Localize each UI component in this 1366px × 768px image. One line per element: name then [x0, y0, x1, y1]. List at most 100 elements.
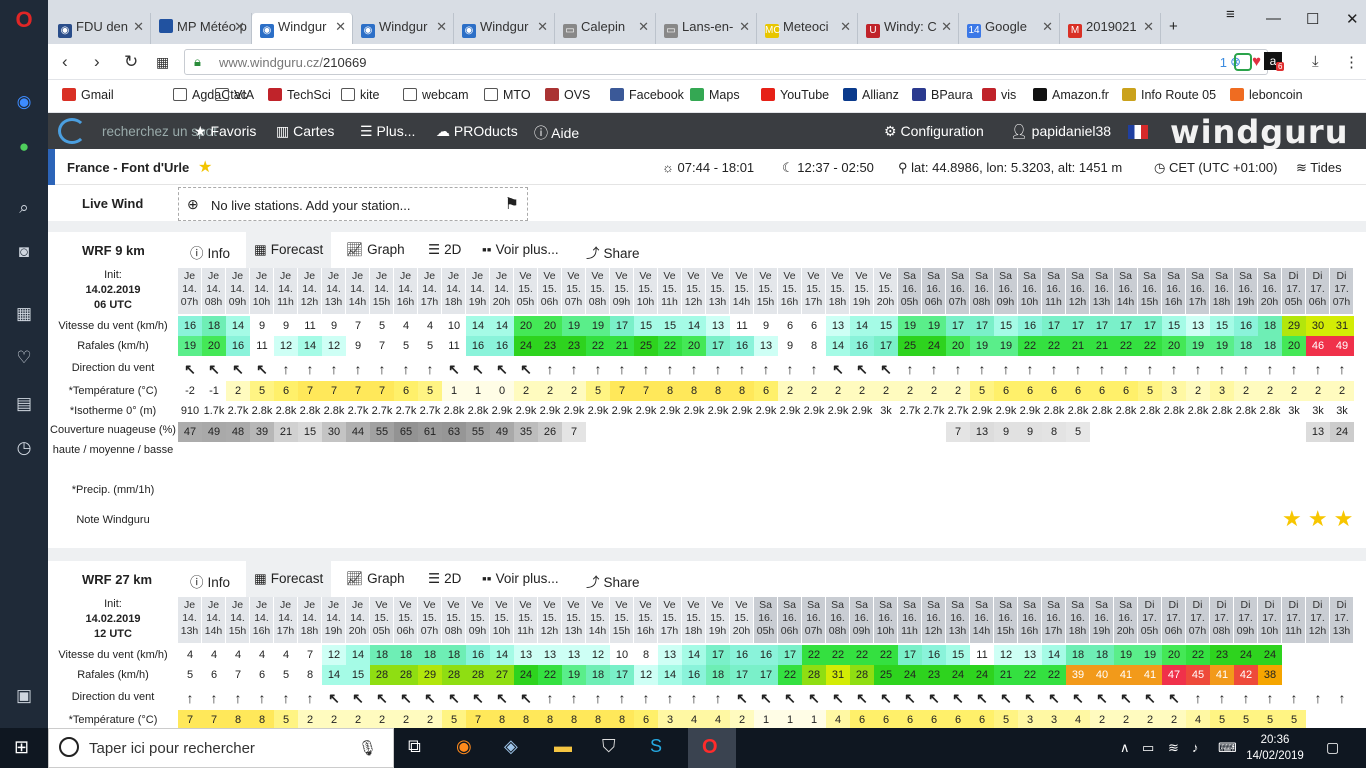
bookmark-15[interactable]: Info Route 05 [1122, 88, 1216, 102]
tab-7[interactable]: MC Meteoci ✕ [757, 13, 858, 44]
tray-chevron-icon[interactable]: ∧ [1120, 740, 1130, 756]
vpn-icon[interactable] [1234, 53, 1252, 71]
model-tab-voirplus[interactable]: ▪▪ Voir plus... [482, 571, 559, 586]
tab-close-icon[interactable]: ✕ [840, 19, 851, 35]
firefox-icon[interactable]: ◉ [456, 736, 472, 757]
url-field[interactable]: 🔒︎ www.windguru.cz/210669 1 ⊗ ♥ [184, 49, 1268, 75]
menu-icon[interactable]: ⋮ [1344, 53, 1359, 71]
menu-products[interactable]: ☁ PROducts [436, 123, 518, 140]
opera-taskbar-button[interactable]: O [688, 728, 736, 768]
tab-close-icon[interactable]: ✕ [537, 19, 548, 35]
file-explorer-icon[interactable]: ▬ [554, 736, 572, 757]
wifi-icon[interactable]: ≋ [1168, 740, 1179, 756]
tab-5[interactable]: ▭ Calepin ✕ [555, 13, 656, 44]
minimize-button[interactable]: — [1266, 10, 1281, 27]
bookmark-6[interactable]: MTO [484, 88, 531, 102]
tab-close-icon[interactable]: ✕ [1042, 19, 1053, 35]
new-tab-button[interactable]: + [1169, 18, 1178, 35]
tab-close-icon[interactable]: ✕ [436, 19, 447, 35]
sidebar-toggle-icon[interactable]: ▣ [12, 684, 36, 708]
bookmark-2[interactable]: VIA [215, 88, 254, 102]
timezone[interactable]: ◷ CET (UTC +01:00) [1154, 160, 1277, 176]
bookmark-5[interactable]: webcam [403, 88, 469, 102]
menu-plus[interactable]: ☰ Plus... [360, 123, 415, 140]
tab-9[interactable]: 14 Google ✕ [959, 13, 1060, 44]
bookmark-11[interactable]: Allianz [843, 88, 899, 102]
tab-4[interactable]: ◉ Windgur ✕ [454, 13, 555, 44]
bookmark-10[interactable]: YouTube [761, 88, 829, 102]
microphone-icon[interactable]: 🎙︎ [358, 739, 377, 757]
history-icon[interactable]: ◷ [12, 436, 36, 460]
model-tab-forecast[interactable]: ▦ Forecast [246, 232, 332, 268]
tab-close-icon[interactable]: ✕ [234, 19, 245, 35]
bookmark-0[interactable]: Gmail [62, 88, 114, 102]
tab-close-icon[interactable]: ✕ [941, 19, 952, 35]
app-icon[interactable]: ◈ [504, 736, 518, 757]
whatsapp-icon[interactable]: ● [12, 135, 36, 159]
keyboard-icon[interactable]: ⌨ [1218, 740, 1237, 756]
notification-icon[interactable]: ▢ [1326, 739, 1339, 756]
user-link[interactable]: 👤︎ papidaniel38 [1010, 123, 1111, 140]
config-link[interactable]: ⚙ Configuration [884, 123, 984, 140]
tab-1[interactable]: MP Météo p ✕ [151, 13, 252, 44]
windows-start-icon[interactable]: ⊞ [14, 737, 29, 758]
news-icon[interactable]: ▤ [12, 392, 36, 416]
tab-menu-icon[interactable]: ≡ [1226, 6, 1235, 23]
bookmark-8[interactable]: Facebook [610, 88, 684, 102]
tab-6[interactable]: ▭ Lans-en- ✕ [656, 13, 757, 44]
add-station-box[interactable]: ⊕ No live stations. Add your station... … [178, 187, 528, 221]
model-tab-2d[interactable]: ☰ 2D [428, 571, 461, 587]
french-flag-icon[interactable] [1128, 125, 1148, 139]
model-tab-info[interactable]: ⓘ Info [190, 242, 230, 262]
taskbar-search[interactable]: Taper ici pour rechercher 🎙︎ [48, 728, 394, 768]
opera-logo-icon[interactable]: O [12, 8, 36, 32]
menu-cartes[interactable]: ▥ Cartes [276, 123, 334, 140]
search-icon[interactable]: ⌕ [12, 196, 36, 220]
store-icon[interactable]: ⛉ [602, 736, 616, 757]
bookmark-4[interactable]: kite [341, 88, 379, 102]
skype-icon[interactable]: S [650, 736, 662, 757]
speed-dial-icon[interactable]: ▦ [12, 302, 36, 326]
model-tab-graph[interactable]: 📈︎ Graph [346, 242, 405, 258]
download-icon[interactable]: ⤓ [1312, 53, 1319, 70]
close-window-button[interactable]: ✕ [1346, 10, 1359, 28]
model-tab-graph[interactable]: 📈︎ Graph [346, 571, 405, 587]
tab-close-icon[interactable]: ✕ [335, 19, 346, 35]
bookmark-9[interactable]: Maps [690, 88, 740, 102]
tab-close-icon[interactable]: ✕ [1143, 19, 1154, 35]
bookmark-3[interactable]: TechSci [268, 88, 331, 102]
model-tab-share[interactable]: ⤴ Share [586, 242, 640, 262]
menu-favoris[interactable]: ★ Favoris [194, 123, 256, 140]
tides-link[interactable]: ≋ Tides [1296, 160, 1342, 176]
messenger-icon[interactable]: ◉ [12, 90, 36, 114]
taskbar-clock[interactable]: 20:36 14/02/2019 [1246, 732, 1304, 764]
bookmark-7[interactable]: OVS [545, 88, 590, 102]
model-tab-info[interactable]: ⓘ Info [190, 571, 230, 591]
tab-3[interactable]: ◉ Windgur ✕ [353, 13, 454, 44]
battery-icon[interactable]: ▭ [1142, 740, 1154, 756]
windguru-logo[interactable]: windguru [1170, 113, 1348, 151]
maximize-button[interactable]: ☐ [1306, 10, 1319, 28]
bookmark-16[interactable]: leboncoin [1230, 88, 1303, 102]
extension-badge[interactable]: 1 [1220, 55, 1227, 70]
bookmark-13[interactable]: vis [982, 88, 1016, 102]
tab-grid-icon[interactable]: ▦ [156, 54, 169, 71]
model-tab-2d[interactable]: ☰ 2D [428, 242, 461, 258]
back-button[interactable]: ‹ [62, 52, 68, 72]
tab-close-icon[interactable]: ✕ [638, 19, 649, 35]
volume-icon[interactable]: ♪ [1192, 740, 1199, 755]
menu-aide[interactable]: ⓘ Aide [534, 123, 579, 143]
favorite-star-icon[interactable]: ★ [198, 157, 212, 177]
model-tab-voirplus[interactable]: ▪▪ Voir plus... [482, 242, 559, 257]
forward-button[interactable]: › [94, 52, 100, 72]
heart-bookmark-icon[interactable]: ♥ [1252, 53, 1261, 70]
tab-2[interactable]: ◉ Windgur ✕ [252, 13, 353, 44]
bookmark-12[interactable]: BPaura [912, 88, 973, 102]
camera-icon[interactable]: ◙ [12, 240, 36, 264]
taskbar-search-input[interactable]: Taper ici pour rechercher [89, 740, 255, 757]
bookmark-14[interactable]: Amazon.fr [1033, 88, 1109, 102]
tab-close-icon[interactable]: ✕ [133, 19, 144, 35]
model-tab-share[interactable]: ⤴ Share [586, 571, 640, 591]
task-view-icon[interactable]: ⧉ [408, 736, 421, 757]
tab-8[interactable]: U Windy: C ✕ [858, 13, 959, 44]
